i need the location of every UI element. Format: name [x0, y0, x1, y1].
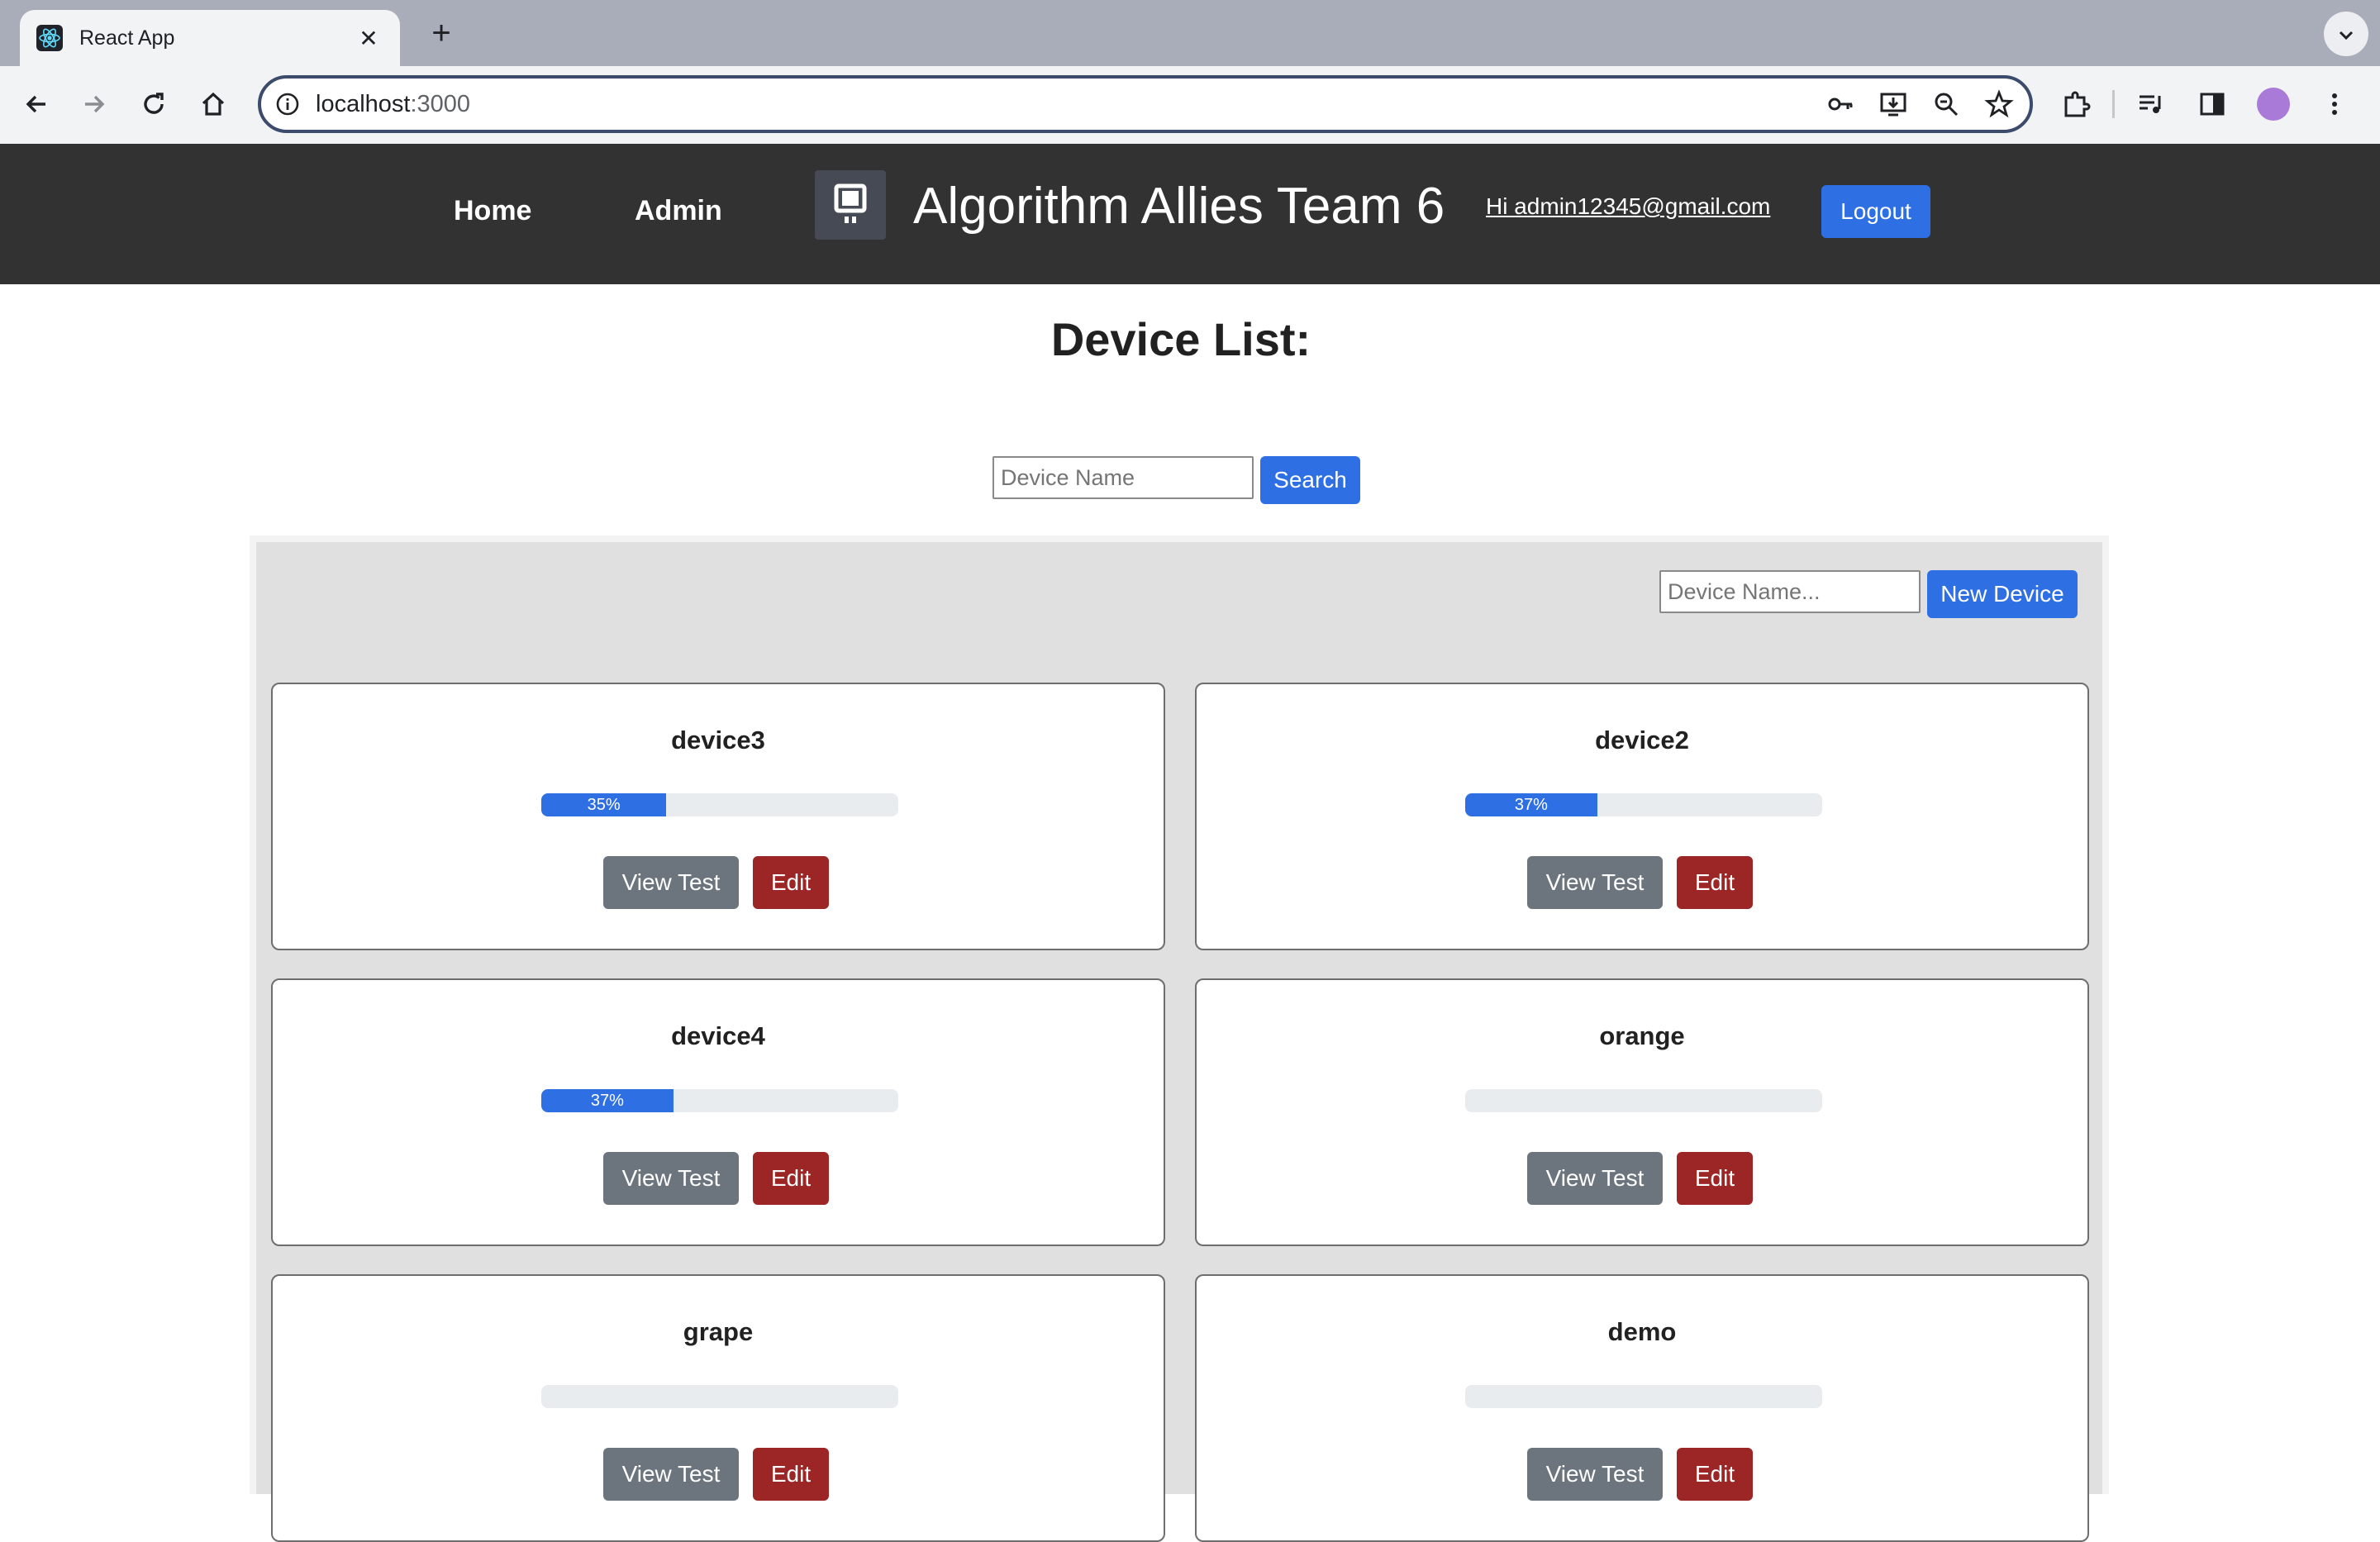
brand-title: Algorithm Allies Team 6: [913, 178, 1445, 235]
progress-fill: 37%: [1465, 793, 1597, 816]
extensions-icon[interactable]: [2054, 83, 2097, 126]
edit-button[interactable]: Edit: [753, 1152, 829, 1205]
app-header: Home Admin Algorithm Allies Team 6 Hi ad…: [0, 144, 2380, 284]
search-button[interactable]: Search: [1260, 456, 1360, 504]
progress-bar: [1465, 1089, 1822, 1112]
device-card: orange View Test Edit: [1195, 978, 2089, 1246]
device-name: orange: [1599, 1021, 1685, 1050]
device-name: device4: [671, 1021, 765, 1050]
browser-toolbar: localhost:3000: [0, 66, 2380, 144]
user-greeting-link[interactable]: Hi admin12345@gmail.com: [1486, 193, 1770, 220]
nav-admin-link[interactable]: Admin: [635, 195, 722, 227]
forward-button[interactable]: [73, 83, 116, 126]
url-host: localhost: [316, 90, 411, 117]
device-logo-icon: [834, 183, 867, 223]
logout-button[interactable]: Logout: [1821, 185, 1930, 238]
device-card: device2 37% View Test Edit: [1195, 683, 2089, 950]
view-test-button[interactable]: View Test: [603, 856, 739, 909]
device-name: demo: [1607, 1317, 1677, 1346]
logo: [815, 170, 886, 240]
progress-bar: [541, 1385, 898, 1408]
back-button[interactable]: [15, 83, 58, 126]
edit-button[interactable]: Edit: [1677, 856, 1753, 909]
media-controls-icon[interactable]: [2130, 83, 2173, 126]
edit-button[interactable]: Edit: [1677, 1152, 1753, 1205]
search-input[interactable]: [992, 456, 1254, 499]
edit-button[interactable]: Edit: [753, 856, 829, 909]
browser-tab[interactable]: React App ✕: [20, 10, 400, 66]
progress-bar: 37%: [1465, 793, 1822, 816]
view-test-button[interactable]: View Test: [1527, 856, 1663, 909]
profile-avatar[interactable]: [2252, 83, 2295, 126]
zoom-icon[interactable]: [1930, 88, 1962, 120]
home-icon: [202, 92, 225, 116]
device-card: device3 35% View Test Edit: [271, 683, 1165, 950]
side-panel-icon[interactable]: [2191, 83, 2234, 126]
tab-title: React App: [79, 26, 175, 50]
progress-fill: 35%: [541, 793, 667, 816]
progress-fill: 37%: [541, 1089, 674, 1112]
install-app-icon[interactable]: [1878, 88, 1909, 120]
edit-button[interactable]: Edit: [1677, 1448, 1753, 1501]
device-card: grape View Test Edit: [271, 1274, 1165, 1542]
new-tab-button[interactable]: +: [421, 15, 461, 55]
device-card: device4 37% View Test Edit: [271, 978, 1165, 1246]
device-name: device3: [671, 726, 765, 754]
password-key-icon[interactable]: [1825, 88, 1856, 120]
tab-search-button[interactable]: [2324, 12, 2368, 56]
edit-button[interactable]: Edit: [753, 1448, 829, 1501]
browser-tab-strip: React App ✕ +: [0, 0, 2380, 66]
nav-home-link[interactable]: Home: [454, 195, 531, 227]
avatar: [2257, 88, 2290, 121]
toolbar-separator: [2112, 90, 2115, 118]
chevron-down-icon: [2339, 31, 2354, 40]
close-tab-icon[interactable]: ✕: [354, 25, 383, 52]
view-test-button[interactable]: View Test: [1527, 1152, 1663, 1205]
url-port: :3000: [410, 90, 471, 117]
view-test-button[interactable]: View Test: [1527, 1448, 1663, 1501]
forward-arrow-icon: [85, 95, 105, 113]
url-text[interactable]: localhost:3000: [316, 91, 470, 118]
view-test-button[interactable]: View Test: [603, 1448, 739, 1501]
progress-bar: 37%: [541, 1089, 898, 1112]
address-bar[interactable]: localhost:3000: [258, 75, 2033, 133]
site-info-icon[interactable]: [274, 91, 301, 117]
device-card: demo View Test Edit: [1195, 1274, 2089, 1542]
view-test-button[interactable]: View Test: [603, 1152, 739, 1205]
back-arrow-icon: [26, 95, 45, 113]
browser-menu-icon[interactable]: [2313, 83, 2356, 126]
new-device-name-input[interactable]: [1659, 570, 1921, 613]
device-name: device2: [1595, 726, 1689, 754]
page-title: Device List:: [1050, 313, 1311, 365]
bookmark-star-icon[interactable]: [1983, 88, 2015, 120]
progress-bar: 35%: [541, 793, 898, 816]
react-logo-icon: [36, 25, 63, 51]
home-button[interactable]: [192, 83, 235, 126]
progress-bar: [1465, 1385, 1822, 1408]
new-device-button[interactable]: New Device: [1927, 570, 2078, 618]
reload-icon: [144, 93, 164, 114]
device-name: grape: [683, 1317, 754, 1346]
reload-button[interactable]: [132, 83, 175, 126]
